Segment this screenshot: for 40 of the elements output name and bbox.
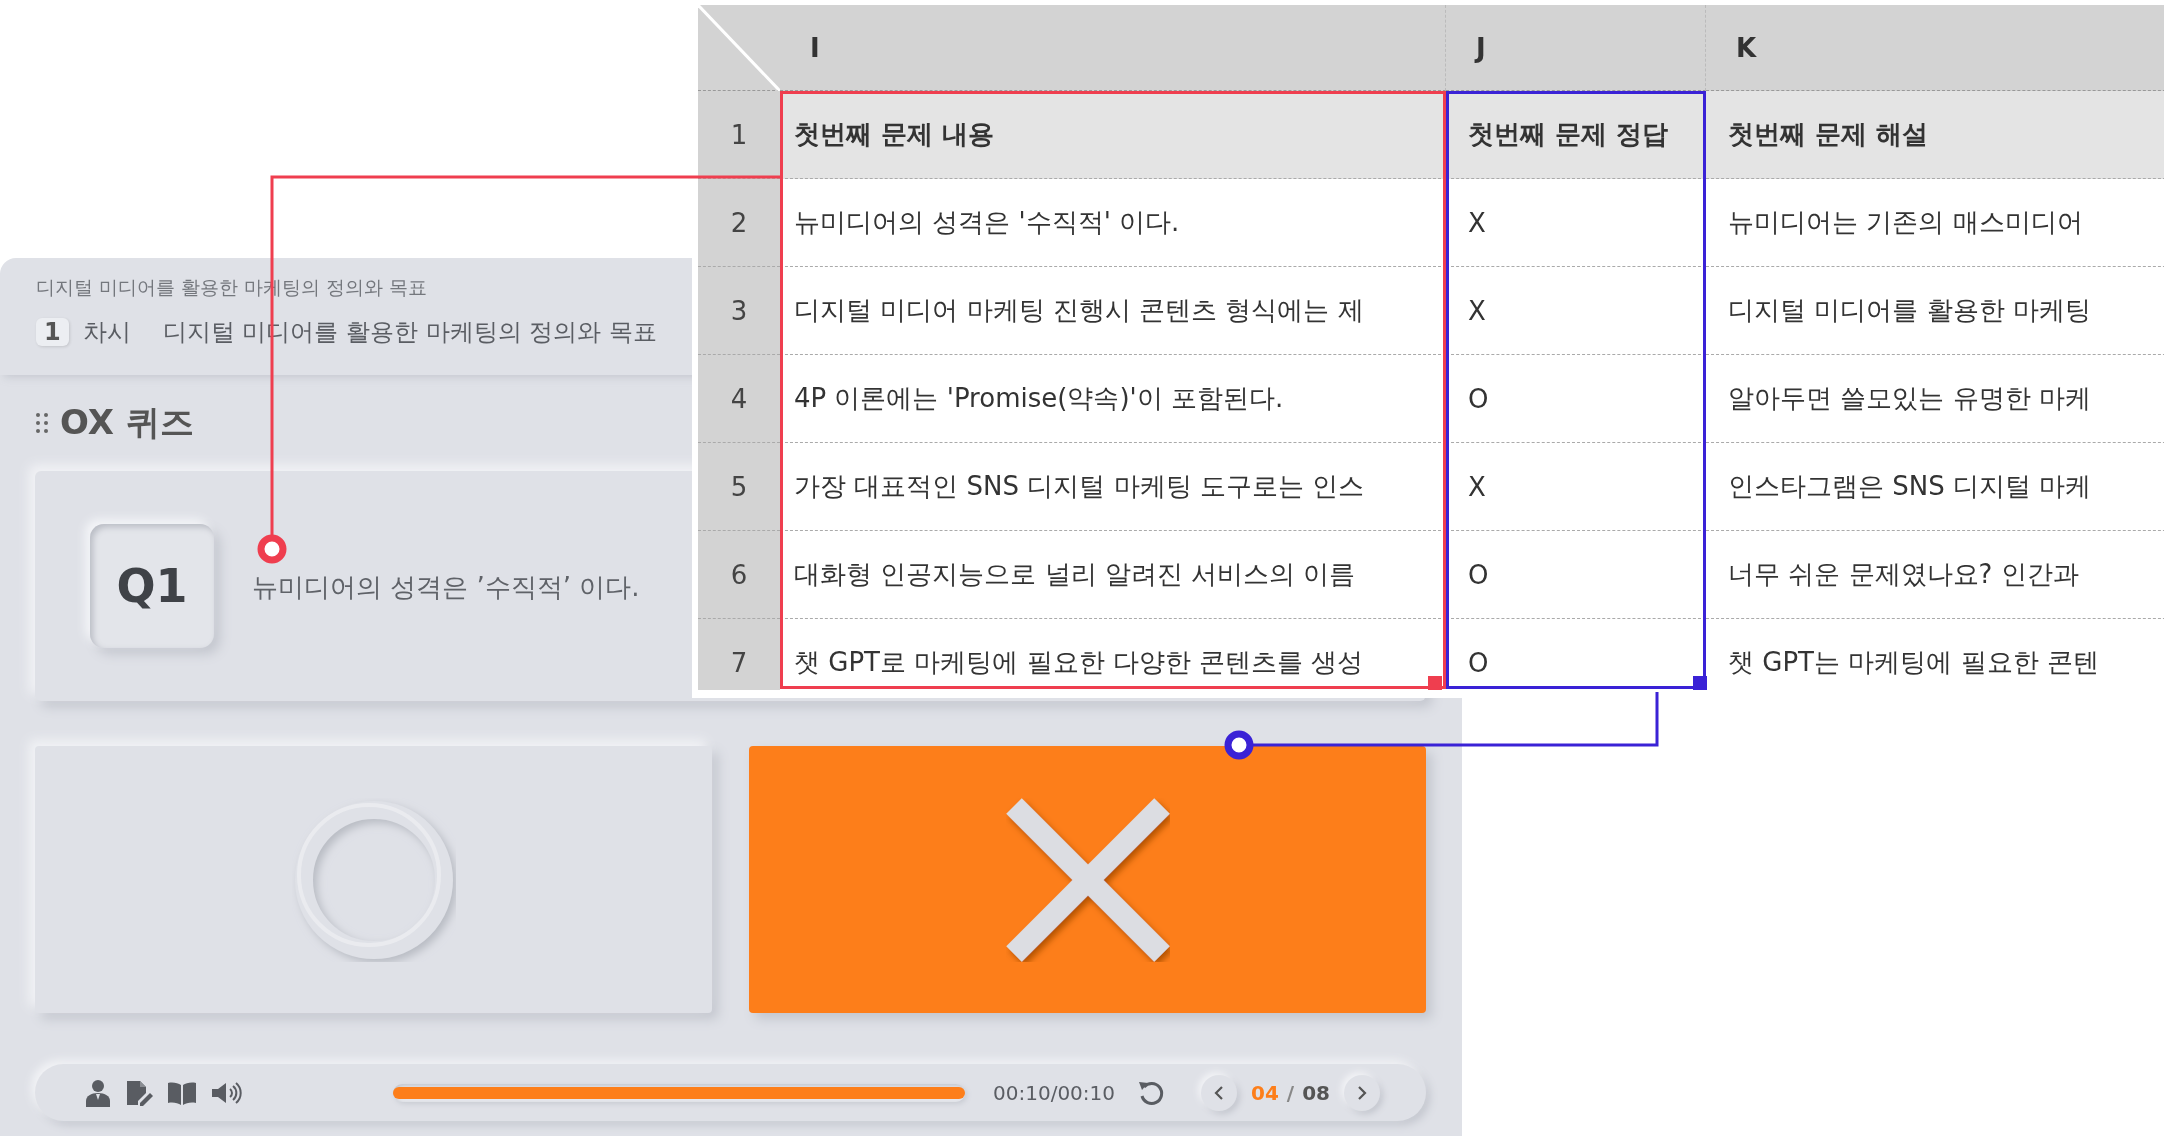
header-cell: 첫번째 문제 내용 — [780, 91, 1446, 179]
session-label: 차시 — [82, 317, 131, 348]
book-icon[interactable] — [167, 1080, 197, 1105]
resize-handle[interactable] — [1693, 676, 1707, 690]
chevron-right-icon — [1356, 1084, 1368, 1101]
resize-handle[interactable] — [1428, 676, 1442, 690]
page-separator: / — [1286, 1080, 1295, 1105]
table-cell: 너무 쉬운 문제였나요? 인간과 — [1706, 531, 2164, 619]
current-page: 04 — [1251, 1080, 1279, 1105]
header-cell: 첫번째 문제 해설 — [1706, 91, 2164, 179]
column-header[interactable]: I — [780, 5, 1446, 91]
table-cell: 뉴미디어는 기존의 매스미디어 — [1706, 179, 2164, 267]
column-header[interactable]: K — [1706, 5, 2164, 91]
row-number: 5 — [698, 443, 780, 531]
person-icon[interactable] — [85, 1078, 111, 1107]
row-number: 3 — [698, 267, 780, 355]
question-text: 뉴미디어의 성격은 ’수직적’ 이다. — [252, 570, 640, 604]
next-button[interactable] — [1344, 1074, 1380, 1111]
row-number: 6 — [698, 531, 780, 619]
table-cell: X — [1446, 179, 1706, 267]
chevron-left-icon — [1213, 1084, 1225, 1101]
row-number: 4 — [698, 355, 780, 443]
drag-handle-icon — [36, 413, 48, 433]
total-pages: 08 — [1302, 1080, 1330, 1105]
table-cell: 알아두면 쓸모있는 유명한 마케 — [1706, 355, 2164, 443]
table-cell: 디지털 미디어를 활용한 마케팅 — [1706, 267, 2164, 355]
cross-icon — [1005, 797, 1170, 962]
speaker-icon[interactable] — [211, 1080, 243, 1105]
document-edit-icon[interactable] — [125, 1078, 153, 1107]
row-number: 7 — [698, 619, 780, 690]
header-cell: 첫번째 문제 정답 — [1446, 91, 1706, 179]
table-cell: 인스타그램은 SNS 디지털 마케 — [1706, 443, 2164, 531]
section-title: OX 퀴즈 — [60, 401, 194, 444]
question-number-badge: Q1 — [90, 524, 214, 648]
column-header[interactable]: J — [1446, 5, 1706, 91]
previous-button[interactable] — [1201, 1074, 1237, 1111]
session-number-badge: 1 — [36, 318, 69, 346]
time-text: 00:10/00:10 — [993, 1080, 1115, 1105]
row-number: 2 — [698, 179, 780, 267]
row-number: 1 — [698, 91, 780, 179]
